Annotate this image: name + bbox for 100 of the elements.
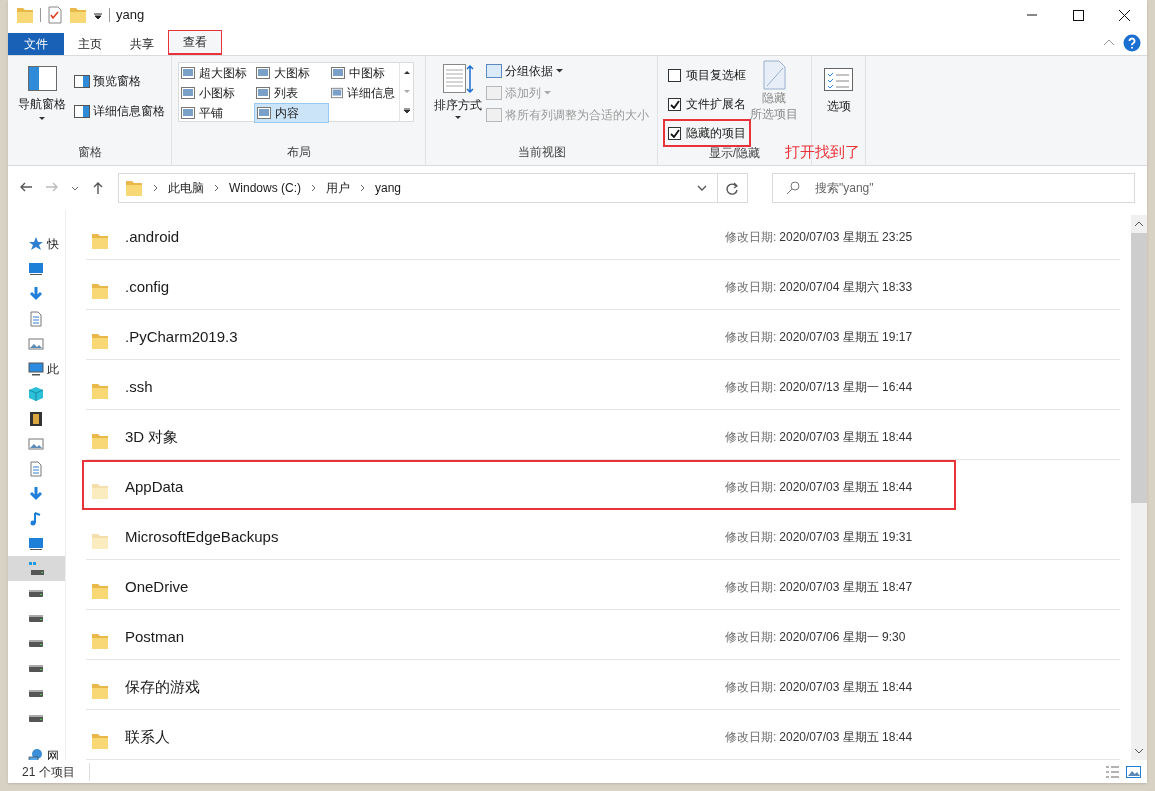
- date-value: 2020/07/03 星期五 19:31: [779, 529, 913, 546]
- folder-icon: [125, 178, 143, 198]
- hide-selected-button: 隐藏 所选项目: [750, 60, 798, 144]
- file-row[interactable]: MicrosoftEdgeBackups 修改日期: 2020/07/03 星期五 19:31: [86, 510, 1120, 560]
- layout-option[interactable]: 列表: [254, 83, 329, 103]
- nav-item[interactable]: 快: [8, 231, 65, 256]
- pane-icon: [74, 74, 90, 88]
- layout-option[interactable]: 小图标: [179, 83, 254, 103]
- file-name: .config: [125, 277, 171, 297]
- chevron-icon: [214, 184, 219, 192]
- file-row[interactable]: Postman 修改日期: 2020/07/06 星期一 9:30: [86, 610, 1120, 660]
- ribbon-tab[interactable]: 文件: [8, 33, 64, 55]
- nav-label: 此: [47, 360, 59, 378]
- window-title: yang: [116, 6, 145, 25]
- checkbox[interactable]: [668, 126, 681, 140]
- nav-item[interactable]: 此: [8, 356, 65, 381]
- scroll-down-icon: [1134, 748, 1144, 754]
- date-label: 修改日期:: [725, 479, 777, 496]
- column-icon: [486, 63, 502, 79]
- nav-item[interactable]: [8, 556, 65, 581]
- file-row[interactable]: .android 修改日期: 2020/07/03 星期五 23:25: [86, 210, 1120, 260]
- breadcrumb[interactable]: yang: [375, 179, 402, 197]
- group-label: 当前视图: [517, 144, 566, 161]
- caret-icon: [39, 117, 45, 120]
- view-icon: [181, 87, 195, 99]
- file-name: AppData: [125, 477, 185, 497]
- layout-option[interactable]: 大图标: [254, 63, 329, 83]
- file-name: .ssh: [125, 377, 154, 397]
- navigation-pane-button[interactable]: 导航窗格: [12, 60, 72, 143]
- breadcrumb[interactable]: 用户: [326, 179, 350, 197]
- file-row[interactable]: .PyCharm2019.3 修改日期: 2020/07/03 星期五 19:17: [86, 310, 1120, 360]
- file-row[interactable]: AppData 修改日期: 2020/07/03 星期五 18:44: [82, 460, 956, 510]
- file-row[interactable]: 3D 对象 修改日期: 2020/07/03 星期五 18:44: [86, 410, 1120, 460]
- date-value: 2020/07/03 星期五 18:44: [779, 429, 913, 446]
- globe-icon: [28, 747, 44, 760]
- pane-button[interactable]: 预览窗格: [74, 72, 165, 90]
- search-field[interactable]: 搜索"yang": [772, 173, 1135, 203]
- file-name: MicrosoftEdgeBackups: [125, 527, 280, 547]
- file-row[interactable]: .ssh 修改日期: 2020/07/13 星期一 16:44: [86, 360, 1120, 410]
- scroll-thumb[interactable]: [1131, 233, 1147, 503]
- tiles-view-button[interactable]: [1126, 764, 1141, 779]
- date-label: 修改日期:: [725, 329, 777, 346]
- layout-option[interactable]: 平铺: [179, 103, 254, 123]
- layout-option[interactable]: 中图标: [329, 63, 397, 83]
- option-checkbox[interactable]: 项目复选框: [663, 61, 751, 89]
- drive-icon: [28, 589, 44, 598]
- drive-icon: [28, 664, 44, 673]
- caret-icon: [455, 116, 461, 119]
- annotation-note: 打开找到了: [785, 141, 860, 162]
- ribbon-tab[interactable]: 查看: [168, 30, 222, 55]
- pane-layout-icon: [27, 66, 57, 91]
- file-row[interactable]: OneDrive 修改日期: 2020/07/03 星期五 18:47: [86, 560, 1120, 610]
- file-name: OneDrive: [125, 577, 190, 597]
- caret-icon: [93, 10, 103, 20]
- file-row[interactable]: .config 修改日期: 2020/07/04 星期六 18:33: [86, 260, 1120, 310]
- drive-icon: [28, 614, 44, 623]
- maximize-icon: [1072, 9, 1084, 21]
- computer-icon: [28, 360, 44, 377]
- pane-button[interactable]: 详细信息窗格: [74, 102, 165, 120]
- details-view-button[interactable]: [1105, 764, 1120, 779]
- image-icon: [28, 335, 44, 352]
- list-icon: [1105, 764, 1120, 779]
- layout-option[interactable]: 详细信息: [329, 83, 397, 103]
- layout-option[interactable]: 内容: [254, 103, 329, 123]
- option-checkbox[interactable]: 隐藏的项目: [663, 119, 751, 147]
- date-value: 2020/07/03 星期五 18:44: [779, 679, 913, 696]
- checkbox[interactable]: [668, 68, 681, 82]
- date-label: 修改日期:: [725, 279, 777, 296]
- sort-icon: [442, 64, 474, 94]
- scroll-up-icon: [1134, 221, 1144, 227]
- document-icon: [28, 460, 44, 477]
- checkbox[interactable]: [668, 97, 681, 111]
- help-icon: [1123, 33, 1141, 52]
- ribbon-tab[interactable]: 主页: [64, 33, 116, 55]
- file-row[interactable]: 保存的游戏 修改日期: 2020/07/03 星期五 18:44: [86, 660, 1120, 710]
- address-bar[interactable]: 此电脑 Windows (C:) 用户 yang: [118, 173, 748, 203]
- view-icon: [181, 107, 195, 119]
- option-checkbox[interactable]: 文件扩展名: [663, 90, 751, 118]
- sort-button[interactable]: 排序方式: [430, 60, 486, 143]
- breadcrumb[interactable]: 此电脑: [168, 179, 204, 197]
- date-label: 修改日期:: [725, 529, 777, 546]
- layout-option[interactable]: 超大图标: [179, 63, 254, 83]
- view-command-button: 将所有列调整为合适的大小: [486, 106, 649, 124]
- scrollbar[interactable]: [1131, 215, 1147, 760]
- file-name: 3D 对象: [125, 427, 180, 447]
- file-name: 保存的游戏: [125, 677, 201, 697]
- gallery-scroll[interactable]: [399, 63, 413, 121]
- date-label: 修改日期:: [725, 429, 777, 446]
- options-button[interactable]: 选项: [816, 60, 861, 115]
- chevron-icon: [360, 184, 365, 192]
- date-label: 修改日期:: [725, 679, 777, 696]
- breadcrumb[interactable]: Windows (C:): [229, 179, 301, 197]
- view-command-button[interactable]: 分组依据: [486, 62, 649, 80]
- drive-icon: [28, 639, 44, 648]
- file-row[interactable]: 联系人 修改日期: 2020/07/03 星期五 18:44: [86, 710, 1120, 760]
- ribbon-tab[interactable]: 共享: [116, 33, 168, 55]
- column-icon: [486, 107, 502, 123]
- expand-gallery-icon: [403, 108, 410, 114]
- drive-icon: [28, 714, 44, 723]
- date-label: 修改日期:: [725, 229, 777, 246]
